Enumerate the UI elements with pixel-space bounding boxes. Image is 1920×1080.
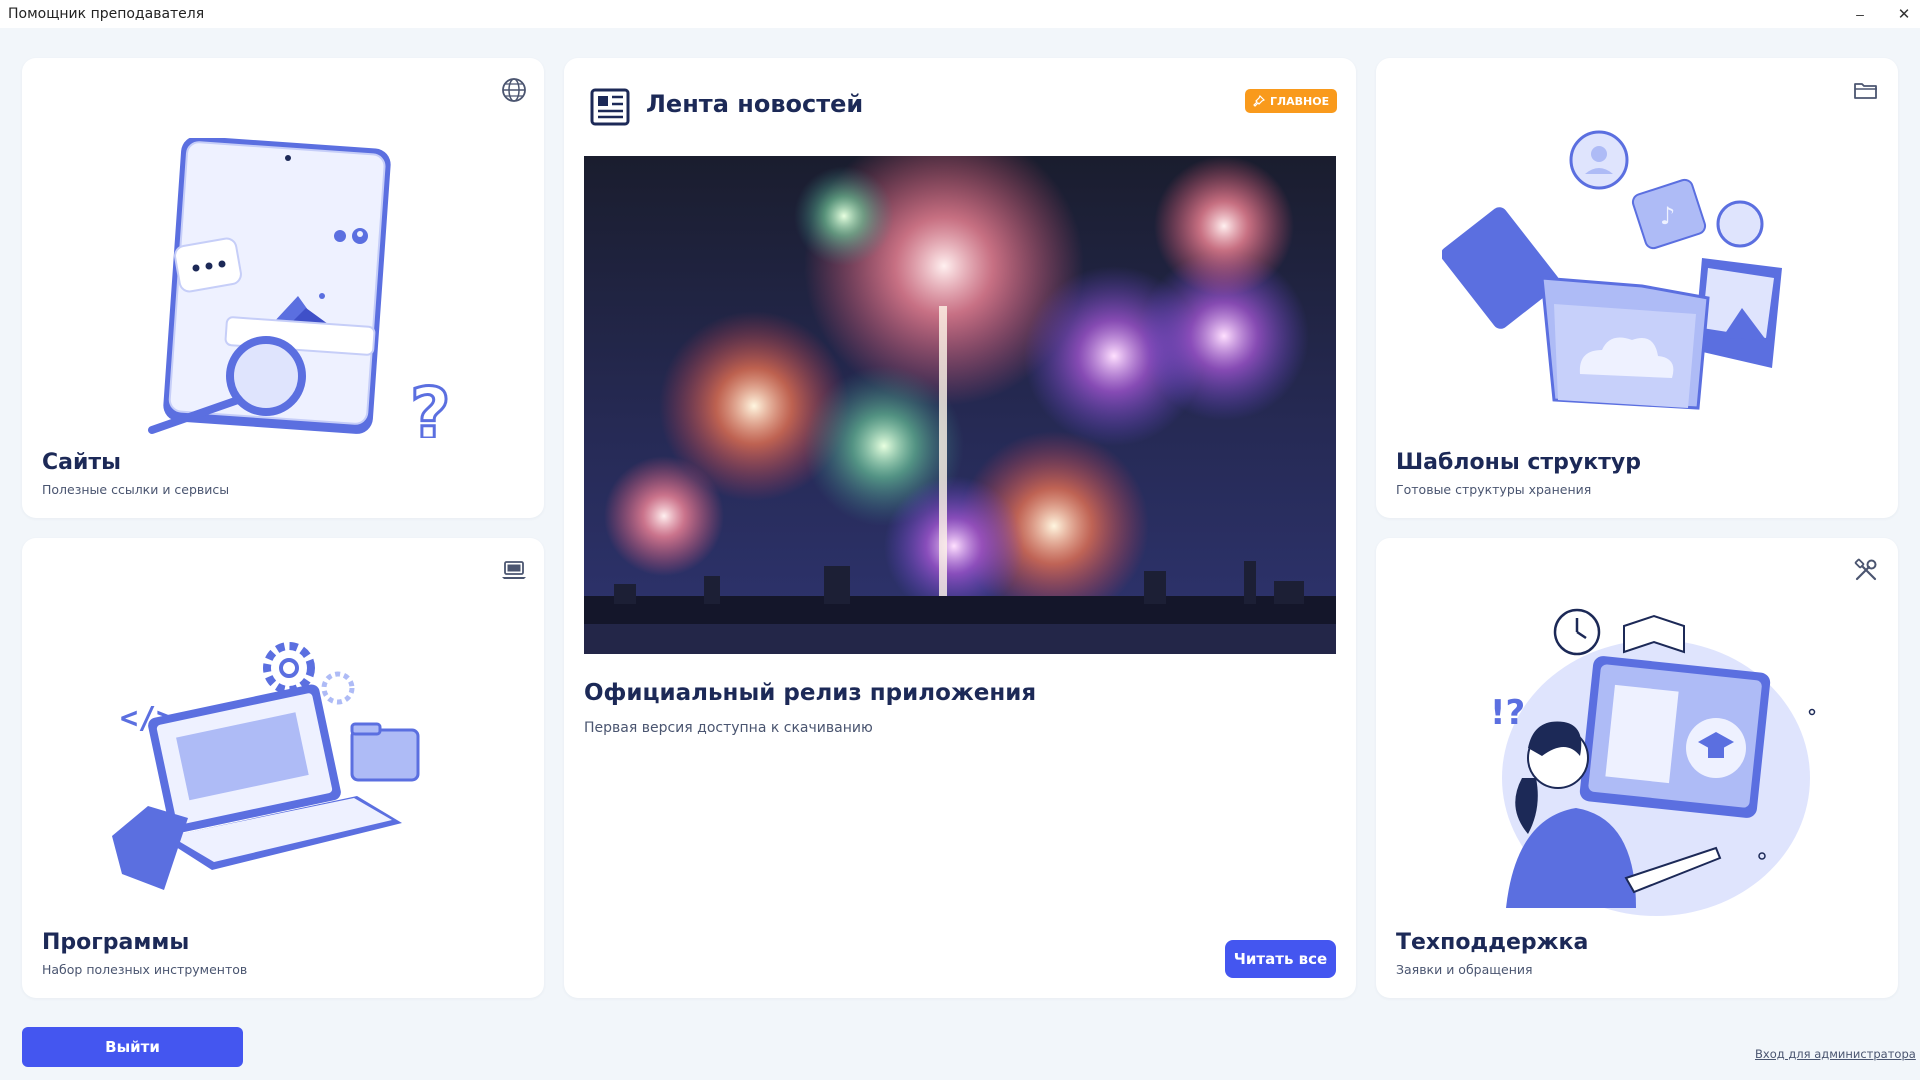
templates-title: Шаблоны структур <box>1396 450 1642 475</box>
svg-text:?: ? <box>410 373 451 438</box>
title-bar: Помощник преподавателя – ✕ <box>0 0 1920 28</box>
svg-text:!?: !? <box>1490 693 1525 733</box>
news-card: Лента новостей ГЛАВНОЕ Официальный релиз… <box>564 58 1356 998</box>
featured-badge: ГЛАВНОЕ <box>1245 89 1338 113</box>
programs-subtitle: Набор полезных инструментов <box>42 962 248 977</box>
sites-illustration: ? <box>148 138 452 438</box>
exit-button[interactable]: Выйти <box>22 1027 243 1067</box>
article-title[interactable]: Официальный релиз приложения <box>584 680 1036 706</box>
read-all-button[interactable]: Читать все <box>1225 940 1336 978</box>
sites-card[interactable]: ? Сайты Полезные ссылки и сервисы <box>22 58 544 518</box>
support-subtitle: Заявки и обращения <box>1396 962 1533 977</box>
window-title: Помощник преподавателя <box>8 6 205 22</box>
close-button[interactable]: ✕ <box>1882 0 1920 28</box>
programs-card[interactable]: </> Программы Набор полезных инструменто… <box>22 538 544 998</box>
support-card[interactable]: !? Техподдержка Заявки и обращения <box>1376 538 1898 998</box>
globe-icon <box>502 78 526 102</box>
news-feed-title: Лента новостей <box>646 90 864 118</box>
svg-text:♪: ♪ <box>1660 202 1675 230</box>
sites-subtitle: Полезные ссылки и сервисы <box>42 482 230 497</box>
minimize-button[interactable]: – <box>1838 0 1882 28</box>
templates-illustration: ♪ <box>1442 130 1782 410</box>
article-description: Первая версия доступна к скачиванию <box>584 720 873 736</box>
tools-icon <box>1854 558 1877 581</box>
newspaper-icon <box>590 88 630 126</box>
news-image-fireworks[interactable] <box>584 156 1336 654</box>
programs-illustration: </> <box>112 642 420 890</box>
templates-card[interactable]: ♪ Шаблоны структур Готовые структуры хра… <box>1376 58 1898 518</box>
programs-title: Программы <box>42 930 190 955</box>
pin-icon <box>1253 95 1265 107</box>
sites-title: Сайты <box>42 450 122 475</box>
laptop-icon <box>502 561 526 579</box>
featured-badge-label: ГЛАВНОЕ <box>1270 94 1330 108</box>
templates-subtitle: Готовые структуры хранения <box>1396 482 1592 497</box>
support-title: Техподдержка <box>1396 930 1589 955</box>
support-illustration: !? <box>1490 608 1816 916</box>
admin-login-link[interactable]: Вход для администратора <box>1755 1047 1916 1061</box>
folder-icon <box>1854 83 1877 99</box>
